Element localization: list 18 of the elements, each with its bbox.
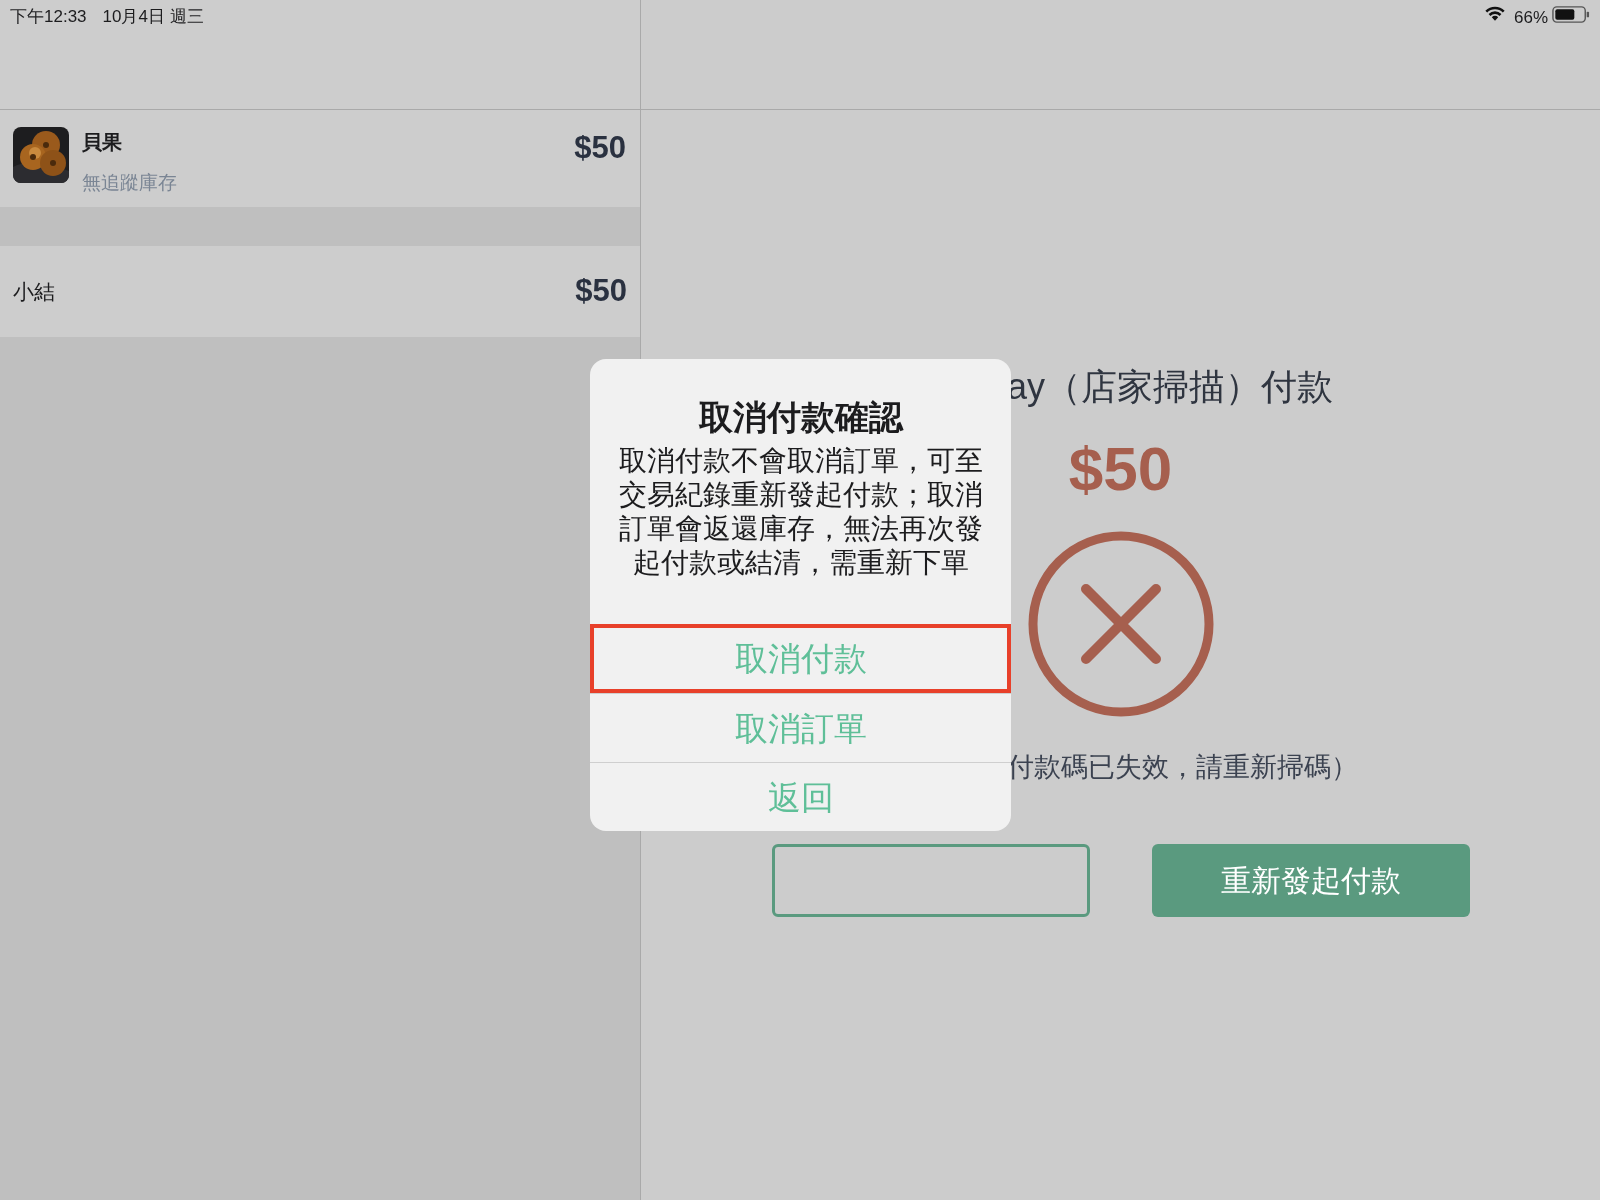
battery-percentage: 66% (1513, 7, 1548, 29)
payment-amount: $50 (1068, 433, 1173, 505)
outline-button[interactable] (771, 843, 1090, 917)
dialog-title: 取消付款確認 (698, 399, 903, 437)
item-price: $50 (574, 129, 626, 167)
subtotal-value: $50 (575, 272, 627, 311)
dialog-action[interactable]: 返回 (590, 762, 1011, 832)
retry-payment-button[interactable]: 重新發起付款 (1151, 843, 1470, 917)
battery-icon (1552, 5, 1590, 24)
item-name: 貝果 (82, 130, 123, 155)
item-note: 無追蹤庫存 (82, 171, 178, 195)
status-time: 下午12:33 (10, 6, 87, 28)
dialog-action[interactable]: 取消訂單 (590, 693, 1011, 763)
status-date: 10月4日 週三 (102, 6, 204, 28)
wifi-icon (1483, 5, 1506, 22)
dialog-action[interactable]: 取消付款 (590, 624, 1011, 694)
dialog-message: 取消付款不會取消訂單，可至交易紀錄重新發起付款；取消訂單會返還庫存，無法再次發起付款或結清，需重新下單 (617, 444, 984, 581)
subtotal-label: 小結 (13, 278, 55, 305)
